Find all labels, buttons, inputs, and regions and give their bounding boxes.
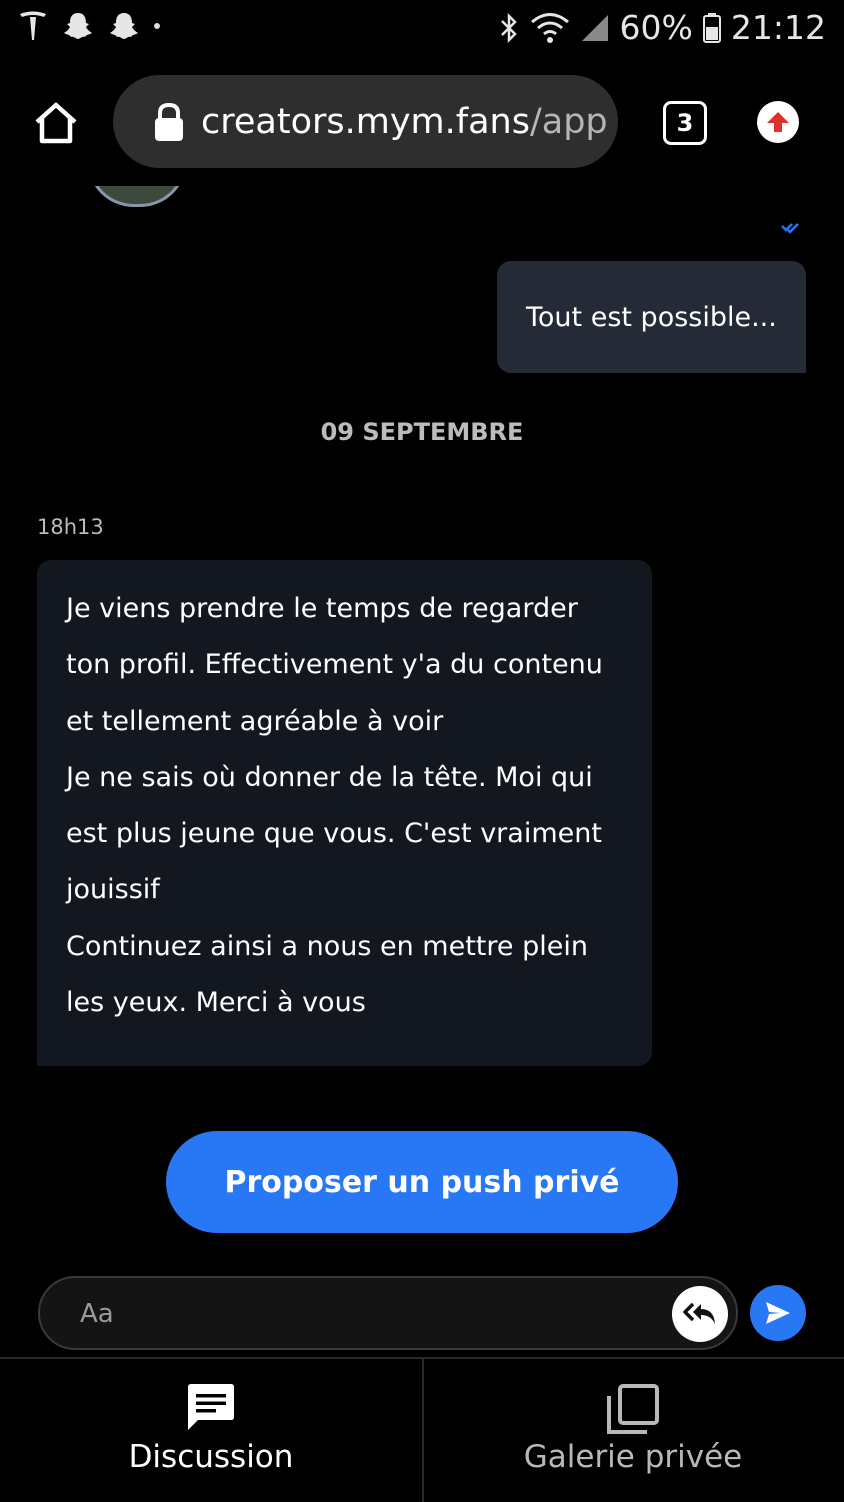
- notification-dot: [154, 23, 160, 29]
- tab-label: Galerie privée: [523, 1439, 743, 1475]
- propose-private-push-button[interactable]: Proposer un push privé: [166, 1131, 678, 1233]
- chat-thread[interactable]: Tout est possible... 09 SEPTEMBRE 18h13 …: [0, 186, 844, 1276]
- send-icon: [766, 1302, 790, 1324]
- message-line: ton profil. Effectivement y'a du contenu: [66, 649, 603, 681]
- url-text: creators.mym.fans/app: [201, 102, 608, 142]
- address-bar[interactable]: creators.mym.fans/app: [113, 75, 618, 168]
- send-button[interactable]: [750, 1285, 806, 1341]
- message-line: les yeux. Merci à vous: [66, 987, 366, 1019]
- upload-button[interactable]: [757, 101, 799, 143]
- incoming-message-bubble[interactable]: Je viens prendre le temps de regarder to…: [37, 560, 652, 1066]
- tabs-count-button[interactable]: 3: [663, 101, 707, 145]
- signal-icon: [581, 14, 608, 41]
- message-line: Je ne sais où donner de la tête. Moi qui: [66, 761, 593, 793]
- clock: 21:12: [730, 8, 826, 47]
- tab-private-gallery[interactable]: Galerie privée: [422, 1359, 844, 1502]
- status-bar: 60% 21:12: [0, 0, 844, 58]
- message-line: est plus jeune que vous. C'est vraiment: [66, 818, 602, 850]
- message-line: Continuez ainsi a nous en mettre plein: [66, 930, 588, 962]
- battery-percent: 60%: [619, 8, 693, 47]
- message-line: jouissif: [66, 874, 160, 906]
- url-host: creators.mym.fans: [201, 101, 530, 142]
- message-line: Je viens prendre le temps de regarder: [66, 593, 578, 624]
- outgoing-message-bubble[interactable]: Tout est possible...: [497, 261, 806, 373]
- reply-all-icon: [683, 1302, 715, 1324]
- snapchat-icon: [110, 13, 138, 39]
- message-input[interactable]: [78, 1292, 642, 1336]
- gallery-icon: [607, 1384, 659, 1434]
- message-line: et tellement agréable à voir: [66, 705, 444, 737]
- snapchat-icon: [64, 13, 92, 39]
- contact-avatar[interactable]: [87, 186, 187, 207]
- date-separator: 09 SEPTEMBRE: [320, 418, 524, 446]
- reply-all-button[interactable]: [672, 1286, 728, 1342]
- chat-icon: [188, 1384, 234, 1430]
- home-icon[interactable]: [33, 100, 79, 146]
- arrow-up-icon: [767, 112, 789, 132]
- tab-label: Discussion: [128, 1439, 294, 1475]
- bluetooth-icon: [500, 12, 517, 43]
- message-composer: [38, 1276, 738, 1350]
- url-path: /app: [529, 101, 608, 142]
- tab-discussion[interactable]: Discussion: [0, 1359, 422, 1502]
- bottom-navigation: Discussion Galerie privée: [0, 1357, 844, 1502]
- battery-icon: [702, 12, 721, 43]
- tesla-icon: [20, 11, 46, 40]
- wifi-icon: [530, 12, 569, 43]
- outgoing-message-text: Tout est possible...: [526, 301, 777, 333]
- message-timestamp: 18h13: [37, 515, 104, 539]
- browser-toolbar: creators.mym.fans/app 3: [0, 58, 844, 186]
- lock-icon: [155, 102, 183, 141]
- read-receipt-icon: [781, 223, 799, 234]
